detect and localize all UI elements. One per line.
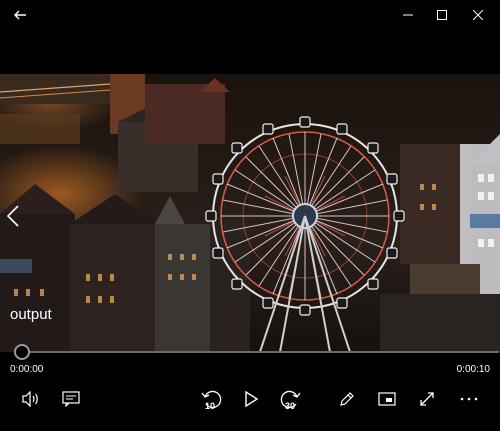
close-button[interactable]: [458, 0, 498, 30]
skip-forward-button[interactable]: 30: [276, 384, 306, 414]
minimize-icon: [403, 14, 413, 16]
fullscreen-icon: [420, 392, 434, 406]
volume-icon: [22, 391, 38, 407]
maximize-button[interactable]: [422, 0, 462, 30]
back-button[interactable]: [0, 0, 40, 30]
edit-button[interactable]: [332, 384, 362, 414]
video-frame[interactable]: [0, 74, 500, 352]
play-button[interactable]: [236, 384, 266, 414]
video-scene: [0, 74, 500, 352]
maximize-icon: [437, 10, 447, 20]
current-time: 0:00:00: [10, 364, 44, 375]
title-bar: [0, 0, 500, 30]
skip-back-button[interactable]: 10: [196, 384, 226, 414]
more-options-icon: [460, 397, 478, 401]
volume-button[interactable]: [16, 384, 46, 414]
mini-view-button[interactable]: [372, 384, 402, 414]
play-icon: [245, 391, 258, 407]
video-title: output: [10, 306, 52, 323]
fullscreen-button[interactable]: [412, 384, 442, 414]
more-options-button[interactable]: [454, 384, 484, 414]
chevron-left-icon: [7, 205, 19, 227]
captions-button[interactable]: [56, 384, 86, 414]
close-icon: [473, 10, 483, 20]
captions-icon: [62, 391, 80, 407]
skip-forward-label: 30: [285, 401, 296, 411]
skip-back-label: 10: [205, 401, 216, 411]
seek-thumb[interactable]: [14, 344, 30, 360]
pencil-icon: [340, 392, 354, 406]
arrow-left-icon: [14, 10, 26, 20]
mini-view-icon: [378, 392, 396, 406]
seek-bar[interactable]: [21, 351, 499, 353]
total-time: 0:00:10: [456, 364, 490, 375]
previous-button[interactable]: [4, 202, 22, 230]
